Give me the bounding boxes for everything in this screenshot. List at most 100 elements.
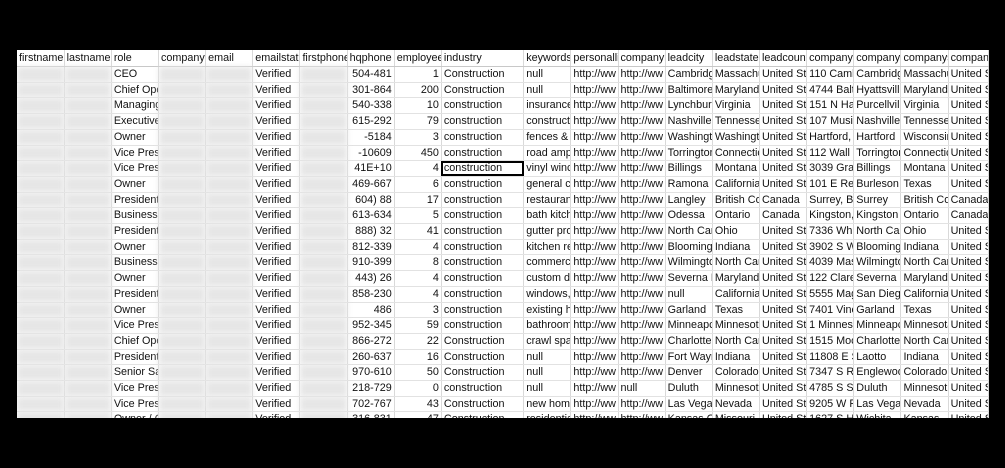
cell-companyaddress[interactable]: 9205 W Ru <box>806 396 855 413</box>
cell-personallinkedin[interactable]: http://ww <box>570 145 619 162</box>
cell-companycountry[interactable]: Canada <box>948 192 989 209</box>
cell-companylinkedin[interactable]: http://ww <box>618 317 666 334</box>
cell-company[interactable] <box>158 82 207 99</box>
cell-role[interactable]: Vice Presi <box>111 160 159 177</box>
cell-hqphone[interactable]: 301-864 <box>347 82 395 99</box>
cell-hqphone[interactable]: 888) 32 <box>347 223 395 240</box>
cell-email[interactable] <box>205 160 254 177</box>
cell-industry[interactable]: Construction <box>441 396 525 413</box>
cell-hqphone[interactable]: 218-729 <box>347 380 395 397</box>
cell-employees[interactable]: 47 <box>394 411 442 418</box>
cell-companylinkedin[interactable]: http://ww <box>618 286 666 303</box>
cell-companylinkedin[interactable]: http://ww <box>618 302 666 319</box>
col-header-employees[interactable]: employees <box>394 50 442 67</box>
cell-hqphone[interactable]: 469-667 <box>347 176 395 193</box>
cell-leadcountry[interactable]: United Sta <box>759 364 808 382</box>
col-header-leadcity[interactable]: leadcity <box>665 50 713 67</box>
cell-industry[interactable]: construction <box>441 129 525 146</box>
cell-firstphone[interactable] <box>299 176 348 193</box>
cell-companycity[interactable]: Hartford <box>853 129 902 146</box>
cell-company[interactable] <box>158 129 207 146</box>
cell-emailstatus[interactable]: Verified <box>252 364 301 382</box>
cell-lastname[interactable] <box>64 349 112 366</box>
cell-email[interactable] <box>205 364 254 382</box>
cell-firstphone[interactable] <box>299 97 348 115</box>
cell-company[interactable] <box>158 192 207 209</box>
cell-firstname[interactable] <box>17 192 65 209</box>
cell-personallinkedin[interactable]: http://ww <box>570 270 619 287</box>
cell-companycountry[interactable]: United S <box>948 113 989 130</box>
cell-lastname[interactable] <box>64 192 112 209</box>
cell-firstname[interactable] <box>17 349 65 366</box>
cell-companycity[interactable]: Billings <box>853 160 902 177</box>
cell-leadcity[interactable]: Minneapc <box>665 317 713 334</box>
cell-leadstate[interactable]: Minnesot <box>712 317 760 334</box>
cell-leadstate[interactable]: Minnesot <box>712 380 760 397</box>
cell-leadcity[interactable]: Odessa <box>665 207 713 225</box>
cell-firstphone[interactable] <box>299 113 348 130</box>
cell-hqphone[interactable]: 260-637 <box>347 349 395 366</box>
cell-leadcountry[interactable]: United Sta <box>759 113 808 130</box>
cell-keywords[interactable]: windows, <box>523 286 572 303</box>
cell-personallinkedin[interactable]: http://ww <box>570 160 619 177</box>
cell-firstname[interactable] <box>17 286 65 303</box>
cell-companycity[interactable]: Garland <box>853 302 902 319</box>
cell-leadcity[interactable]: North Can <box>665 223 713 240</box>
cell-company[interactable] <box>158 145 207 162</box>
cell-companylinkedin[interactable]: http://ww <box>618 270 666 287</box>
cell-emailstatus[interactable]: Verified <box>252 129 301 146</box>
cell-companylinkedin[interactable]: http://ww <box>618 349 666 366</box>
cell-role[interactable]: Owner / G <box>111 411 159 418</box>
cell-employees[interactable]: 4 <box>394 239 442 256</box>
cell-role[interactable]: Vice Presi <box>111 396 159 413</box>
cell-companylinkedin[interactable]: http://ww <box>618 66 666 83</box>
cell-companycountry[interactable]: United S <box>948 317 989 334</box>
cell-role[interactable]: CEO <box>111 66 159 83</box>
cell-companystate[interactable]: Texas <box>900 302 949 319</box>
cell-emailstatus[interactable]: Verified <box>252 317 301 334</box>
cell-companylinkedin[interactable]: http://ww <box>618 145 666 162</box>
cell-companycountry[interactable]: United S <box>948 302 989 319</box>
cell-emailstatus[interactable]: Verified <box>252 207 301 225</box>
cell-emailstatus[interactable]: Verified <box>252 97 301 115</box>
cell-personallinkedin[interactable]: http://ww <box>570 349 619 366</box>
cell-companylinkedin[interactable]: http://ww <box>618 160 666 177</box>
cell-companycity[interactable]: Cambridge <box>853 66 902 83</box>
cell-leadcountry[interactable]: United Sta <box>759 176 808 193</box>
cell-companystate[interactable]: Tennesse <box>900 113 949 130</box>
cell-keywords[interactable]: restaurant <box>523 192 572 209</box>
cell-companylinkedin[interactable]: http://ww <box>618 207 666 225</box>
cell-firstname[interactable] <box>17 97 65 115</box>
cell-email[interactable] <box>205 254 254 272</box>
cell-companystate[interactable]: Indiana <box>900 349 949 366</box>
cell-keywords[interactable]: null <box>523 66 572 83</box>
cell-role[interactable]: Chief Ope <box>111 82 159 99</box>
cell-keywords[interactable]: new home <box>523 396 572 413</box>
cell-companycity[interactable]: Wichita <box>853 411 902 418</box>
col-header-industry[interactable]: industry <box>441 50 525 67</box>
cell-keywords[interactable]: road amp <box>523 145 572 162</box>
cell-companycountry[interactable]: United S <box>948 145 989 162</box>
cell-personallinkedin[interactable]: http://ww <box>570 380 619 397</box>
cell-firstname[interactable] <box>17 302 65 319</box>
cell-hqphone[interactable]: 604) 88 <box>347 192 395 209</box>
cell-personallinkedin[interactable]: http://ww <box>570 82 619 99</box>
cell-employees[interactable]: 1 <box>394 66 442 83</box>
cell-firstphone[interactable] <box>299 82 348 99</box>
cell-companystate[interactable]: Connectic <box>900 145 949 162</box>
cell-email[interactable] <box>205 380 254 397</box>
cell-role[interactable]: President <box>111 349 159 366</box>
cell-company[interactable] <box>158 207 207 225</box>
cell-emailstatus[interactable]: Verified <box>252 270 301 287</box>
cell-leadcity[interactable]: Wilmingto <box>665 254 713 272</box>
cell-personallinkedin[interactable]: http://ww <box>570 129 619 146</box>
cell-keywords[interactable]: general cc <box>523 176 572 193</box>
cell-employees[interactable]: 200 <box>394 82 442 99</box>
cell-firstname[interactable] <box>17 411 65 418</box>
cell-employees[interactable]: 16 <box>394 349 442 366</box>
cell-hqphone[interactable]: 615-292 <box>347 113 395 130</box>
cell-leadcity[interactable]: Lynchburg <box>665 97 713 115</box>
cell-companyaddress[interactable]: 7401 Vine <box>806 302 855 319</box>
cell-industry[interactable]: Construction <box>441 333 525 350</box>
cell-industry[interactable]: construction <box>441 302 525 319</box>
